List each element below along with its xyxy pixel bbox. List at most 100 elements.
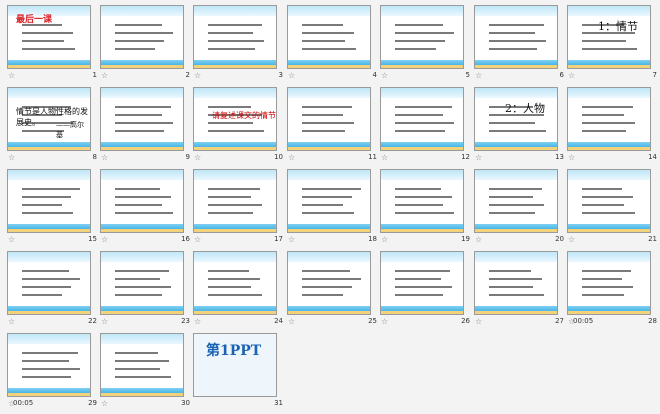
slide-title: 2：人物	[505, 102, 545, 115]
text-line	[115, 352, 158, 354]
text-line	[115, 32, 173, 34]
slide-preview[interactable]	[100, 87, 184, 151]
slide-number: 12	[461, 153, 470, 161]
text-line	[582, 270, 631, 272]
slide-thumbnail-5[interactable]: ☆ 5	[380, 5, 474, 86]
text-line	[489, 294, 544, 296]
slide-preview[interactable]	[380, 251, 464, 315]
slide-preview[interactable]	[474, 169, 558, 233]
slide-preview[interactable]: 情节是人物性格的发展史。 ——高尔基	[7, 87, 91, 151]
slide-preview[interactable]	[567, 87, 651, 151]
slide-preview[interactable]	[100, 251, 184, 315]
text-line	[22, 32, 73, 34]
slide-preview[interactable]: 请复述课文的情节	[193, 87, 277, 151]
slide-preview[interactable]: 最后一课	[7, 5, 91, 69]
slide-thumbnail-16[interactable]: ☆ 16	[100, 169, 194, 250]
transition-star-icon: ☆	[475, 235, 483, 244]
slide-preview[interactable]	[380, 5, 464, 69]
slide-thumbnail-7[interactable]: 1：情节 ☆ 7	[567, 5, 660, 86]
slide-preview[interactable]	[7, 169, 91, 233]
text-line	[489, 24, 544, 26]
transition-star-icon: ☆	[8, 71, 16, 80]
text-line	[302, 106, 352, 108]
slide-thumbnail-12[interactable]: ☆ 12	[380, 87, 474, 168]
slide-thumbnail-1[interactable]: 最后一课 ☆ 1	[7, 5, 101, 86]
text-line	[208, 32, 253, 34]
slide-thumbnail-8[interactable]: 情节是人物性格的发展史。 ——高尔基 ☆ 8	[7, 87, 101, 168]
text-line	[22, 188, 80, 190]
slide-preview[interactable]	[474, 251, 558, 315]
slide-number: 1	[92, 71, 97, 79]
slide-thumbnail-19[interactable]: ☆ 19	[380, 169, 474, 250]
slide-preview[interactable]	[287, 87, 371, 151]
slide-thumbnail-3[interactable]: ☆ 3	[193, 5, 287, 86]
text-line	[395, 204, 443, 206]
slide-number: 22	[88, 317, 97, 325]
slide-preview[interactable]	[287, 169, 371, 233]
transition-star-icon: ☆	[475, 153, 483, 162]
slide-number: 11	[368, 153, 377, 161]
slide-preview[interactable]	[567, 251, 651, 315]
slide-thumbnail-18[interactable]: ☆ 18	[287, 169, 381, 250]
slide-thumbnail-21[interactable]: ☆ 21	[567, 169, 660, 250]
slide-preview[interactable]	[100, 5, 184, 69]
slide-thumbnail-4[interactable]: ☆ 4	[287, 5, 381, 86]
slide-thumbnail-22[interactable]: ☆ 22	[7, 251, 101, 332]
slide-number: 24	[274, 317, 283, 325]
transition-star-icon: ☆	[101, 153, 109, 162]
text-line	[582, 130, 626, 132]
transition-star-icon: ☆	[194, 71, 202, 80]
slide-thumbnail-24[interactable]: ☆ 24	[193, 251, 287, 332]
text-line	[208, 286, 251, 288]
slide-preview[interactable]	[567, 169, 651, 233]
slide-thumbnail-31[interactable]: 第1PPT 31	[193, 333, 287, 414]
slide-preview[interactable]	[193, 5, 277, 69]
slide-preview[interactable]	[193, 251, 277, 315]
text-line	[395, 294, 443, 296]
slide-thumbnail-11[interactable]: ☆ 11	[287, 87, 381, 168]
slide-preview[interactable]	[287, 5, 371, 69]
text-line	[489, 278, 542, 280]
text-line	[302, 122, 354, 124]
transition-star-icon: ☆	[101, 235, 109, 244]
text-line	[302, 24, 343, 26]
text-line	[582, 106, 633, 108]
slide-thumbnail-26[interactable]: ☆ 26	[380, 251, 474, 332]
slide-preview[interactable]: 1：情节	[567, 5, 651, 69]
slide-preview[interactable]: 第1PPT	[193, 333, 277, 397]
slide-thumbnail-15[interactable]: ☆ 15	[7, 169, 101, 250]
text-line	[302, 32, 354, 34]
text-line	[22, 286, 71, 288]
slide-preview[interactable]	[380, 87, 464, 151]
text-line	[395, 270, 450, 272]
slide-preview[interactable]	[100, 333, 184, 397]
slide-thumbnail-10[interactable]: 请复述课文的情节 ☆ 10	[193, 87, 287, 168]
slide-thumbnail-23[interactable]: ☆ 23	[100, 251, 194, 332]
slide-preview[interactable]	[380, 169, 464, 233]
slide-thumbnail-27[interactable]: ☆ 27	[474, 251, 568, 332]
slide-preview[interactable]	[193, 169, 277, 233]
slide-preview[interactable]	[7, 251, 91, 315]
slide-number: 20	[555, 235, 564, 243]
slide-thumbnail-30[interactable]: ☆ 30	[100, 333, 194, 414]
slide-preview[interactable]	[7, 333, 91, 397]
slide-preview[interactable]: 2：人物	[474, 87, 558, 151]
text-line	[395, 130, 445, 132]
slide-preview[interactable]	[474, 5, 558, 69]
slide-thumbnail-25[interactable]: ☆ 25	[287, 251, 381, 332]
slide-thumbnail-29[interactable]: ☆ 00:05 29	[7, 333, 101, 414]
slide-timing: 00:05	[13, 399, 34, 407]
slide-thumbnail-6[interactable]: ☆ 6	[474, 5, 568, 86]
text-line	[22, 270, 69, 272]
slide-thumbnail-14[interactable]: ☆ 14	[567, 87, 660, 168]
slide-thumbnail-17[interactable]: ☆ 17	[193, 169, 287, 250]
slide-thumbnail-9[interactable]: ☆ 9	[100, 87, 194, 168]
slide-thumbnail-20[interactable]: ☆ 20	[474, 169, 568, 250]
slide-thumbnail-28[interactable]: ☆ 00:05 28	[567, 251, 660, 332]
text-line	[115, 40, 164, 42]
slide-thumbnail-2[interactable]: ☆ 2	[100, 5, 194, 86]
slide-preview[interactable]	[100, 169, 184, 233]
text-line	[22, 352, 78, 354]
slide-thumbnail-13[interactable]: 2：人物 ☆ 13	[474, 87, 568, 168]
slide-preview[interactable]	[287, 251, 371, 315]
